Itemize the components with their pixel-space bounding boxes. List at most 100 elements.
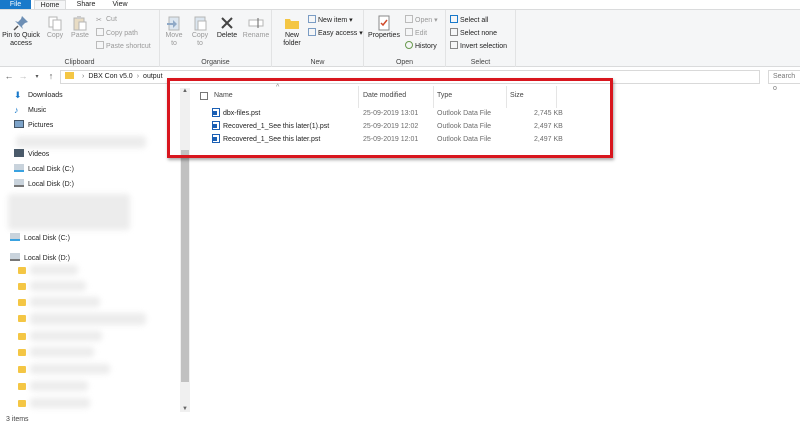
select-none-icon [450,28,458,36]
copy-path-label: Copy path [106,30,138,37]
folder-icon [18,315,26,322]
tab-home[interactable]: Home [34,0,66,9]
nav-item-local-disk-d-2[interactable]: Local Disk (D:) [10,253,70,264]
select-group-label: Select [470,59,491,66]
ribbon-tabs: File Home Share View [0,0,800,9]
copy-button[interactable]: Copy [44,15,66,40]
copy-to-button[interactable]: Copy to [188,15,212,48]
blurred-region [30,297,100,307]
nav-item-downloads[interactable]: ⬇ Downloads [14,90,63,101]
tab-share[interactable]: Share [72,0,100,9]
file-type: Outlook Data File [437,110,492,117]
breadcrumb-output[interactable]: output [143,73,162,80]
nav-item-local-disk-d[interactable]: Local Disk (D:) [14,179,74,190]
up-button[interactable]: ↑ [46,71,56,81]
download-arrow-icon: ⬇ [14,90,22,100]
properties-icon [378,15,390,31]
blurred-region [30,281,86,291]
nav-item-videos[interactable]: Videos [14,149,49,160]
blurred-region [30,381,88,391]
breadcrumb-dbx-con[interactable]: DBX Con v5.0 [88,73,132,80]
edit-label: Edit [415,30,428,37]
pin-to-quick-access-button[interactable]: Pin to Quick access [2,15,40,48]
column-divider[interactable] [556,86,557,108]
blurred-region [16,136,146,148]
file-row[interactable]: Recovered_1_See this later.pst 25-09-201… [210,134,590,146]
paste-button[interactable]: Paste [68,15,92,40]
file-row[interactable]: Recovered_1_See this later(1).pst 25-09-… [210,121,590,133]
select-all-checkbox[interactable] [200,92,208,100]
folder-icon [18,333,26,340]
invert-selection-icon [450,41,458,49]
copy-path-button[interactable]: Copy path [96,28,138,38]
new-item-button[interactable]: New item ▾ [308,15,353,25]
drive-icon [10,253,20,261]
column-header-date[interactable]: Date modified [363,91,406,101]
file-row[interactable]: dbx-files.pst 25-09-2019 13:01 Outlook D… [210,108,590,120]
folder-icon [18,366,26,373]
rename-button[interactable]: Rename [242,15,270,40]
blurred-region [30,331,102,341]
folder-icon [18,400,26,407]
nav-item-label: Pictures [28,122,54,129]
file-name-cell: dbx-files.pst [212,108,260,120]
tab-view[interactable]: View [107,0,133,9]
scroll-down-arrow-icon[interactable]: ▼ [180,406,190,412]
address-bar[interactable]: › DBX Con v5.0 › output [60,70,760,84]
properties-button[interactable]: Properties [366,15,402,40]
column-header-size[interactable]: Size [510,91,524,101]
clipboard-group: Pin to Quick access Copy Paste ✂ Cut Copy… [0,10,160,67]
delete-button[interactable]: Delete [216,15,238,40]
new-item-icon [308,15,316,23]
nav-item-local-disk-c[interactable]: Local Disk (C:) [14,164,74,175]
column-divider[interactable] [506,86,507,108]
edit-button[interactable]: Edit [405,28,427,38]
nav-item-label: Videos [28,151,50,158]
pst-file-icon [212,134,220,143]
scrollbar-thumb[interactable] [181,150,189,382]
column-header-name[interactable]: Name [214,91,233,101]
column-divider[interactable] [433,86,434,108]
copy-to-label: Copy to [191,32,209,47]
invert-selection-label: Invert selection [460,43,508,50]
new-folder-label: New folder [283,32,301,47]
tab-file[interactable]: File [0,0,31,9]
folder-icon [18,267,26,274]
clipboard-group-label: Clipboard [64,59,95,66]
cut-label: Cut [106,16,117,23]
select-all-label: Select all [460,17,489,24]
status-item-count: 3 items [6,416,29,423]
select-none-button[interactable]: Select none [450,28,497,38]
recent-locations-button[interactable]: ▾ [32,73,42,80]
search-input[interactable]: Search o [768,70,800,92]
paste-shortcut-label: Paste shortcut [106,43,151,50]
nav-scrollbar[interactable]: ▲ ▼ [180,88,190,412]
select-group: Select all Select none Invert selection … [446,10,516,67]
new-group: New folder New item ▾ Easy access ▾ New [272,10,364,67]
history-icon [405,41,413,49]
forward-button[interactable]: → [18,71,28,81]
select-all-button[interactable]: Select all [450,15,488,25]
move-to-button[interactable]: Move to [162,15,186,48]
nav-item-local-disk-c-2[interactable]: Local Disk (C:) [10,233,70,244]
videos-icon [14,149,24,157]
pst-file-icon [212,108,220,117]
file-list: ^ Name Date modified Type Size dbx-files… [190,84,800,414]
column-header-type[interactable]: Type [437,91,452,101]
back-button[interactable]: ← [4,71,14,81]
nav-item-pictures[interactable]: Pictures [14,120,53,131]
file-date: 25-09-2019 12:02 [363,123,419,130]
history-button[interactable]: History [405,41,437,51]
invert-selection-button[interactable]: Invert selection [450,41,507,51]
folder-icon [18,383,26,390]
column-divider[interactable] [358,86,359,108]
scroll-up-arrow-icon[interactable]: ▲ [180,88,190,94]
open-button[interactable]: Open ▾ [405,15,438,25]
easy-access-button[interactable]: Easy access ▾ [308,28,363,38]
nav-item-music[interactable]: ♪ Music [14,105,46,116]
file-size: 2,497 KB [534,123,563,130]
new-folder-button[interactable]: New folder [278,15,306,48]
paste-shortcut-button[interactable]: Paste shortcut [96,41,151,51]
cut-button[interactable]: ✂ Cut [96,15,117,24]
sort-ascending-icon: ^ [276,84,280,91]
